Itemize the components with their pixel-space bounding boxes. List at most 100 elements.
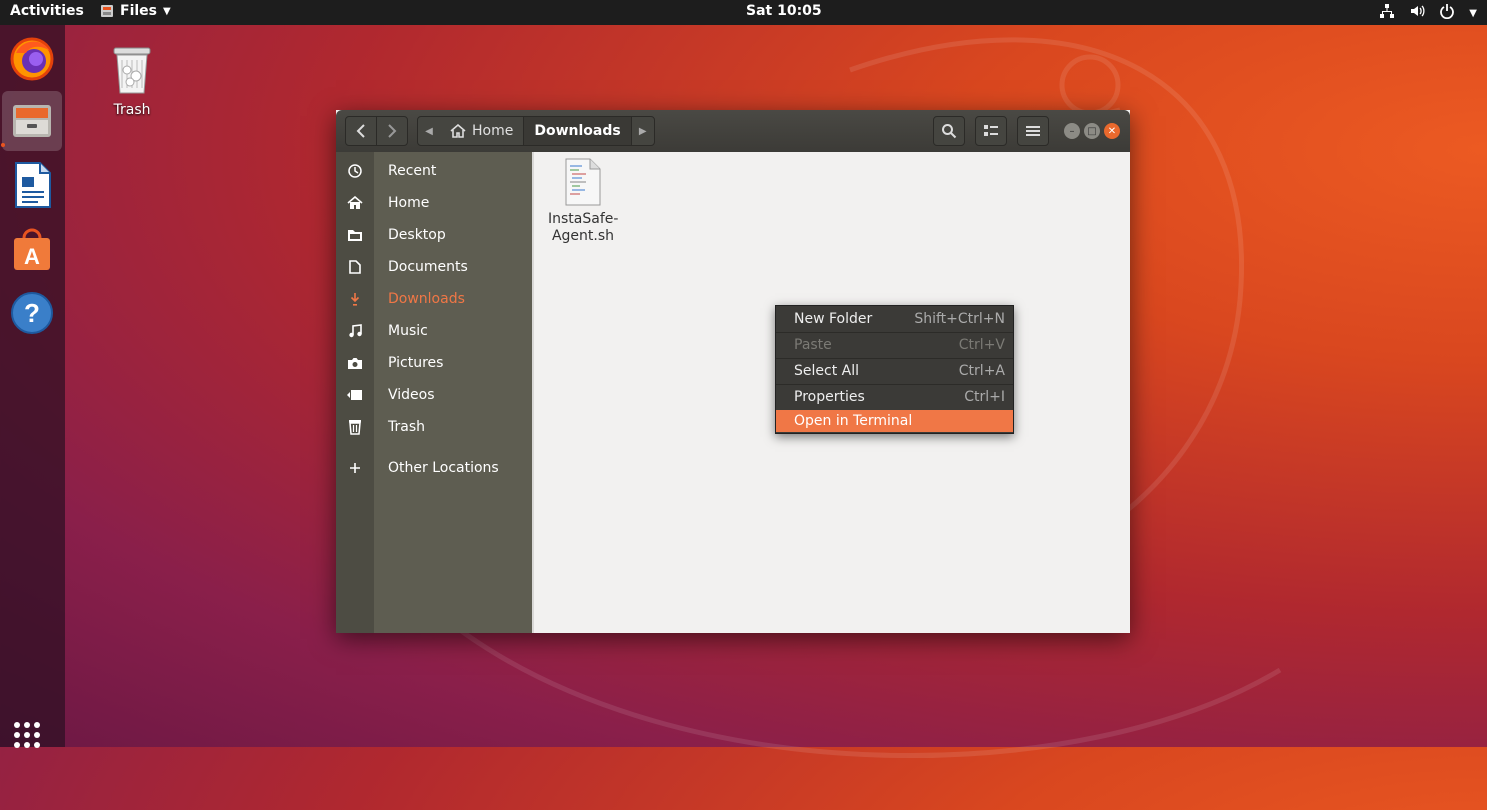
svg-text:?: ?: [24, 298, 40, 328]
desktop-trash-label: Trash: [113, 102, 151, 118]
sidebar-item-label: Downloads: [388, 291, 465, 307]
menu-item-label: Open in Terminal: [794, 413, 913, 429]
path-home-button[interactable]: Home: [440, 117, 525, 145]
path-bar: ◀ Home Downloads ▶: [417, 116, 655, 146]
home-icon: [336, 196, 374, 210]
clock[interactable]: Sat 10:05: [746, 3, 822, 19]
path-home-label: Home: [472, 123, 514, 139]
sidebar-item-videos[interactable]: Videos: [336, 379, 532, 411]
sidebar-item-label: Music: [388, 323, 428, 339]
top-bar: Activities Files ▼ Sat 10:05 ▼: [0, 0, 1487, 25]
menu-item-label: New Folder: [794, 311, 873, 327]
file-item[interactable]: InstaSafe- Agent.sh: [548, 158, 618, 245]
trash-icon: [336, 419, 374, 435]
chevron-down-icon[interactable]: ▼: [1469, 8, 1477, 19]
sidebar-item-label: Documents: [388, 259, 468, 275]
power-icon[interactable]: [1439, 3, 1455, 23]
help-icon[interactable]: ?: [2, 283, 62, 343]
folder-icon: [336, 228, 374, 242]
header-bar: ◀ Home Downloads ▶ – □ ✕: [336, 110, 1130, 152]
menu-item-select-all[interactable]: Select All Ctrl+A: [776, 358, 1013, 384]
sidebar-item-trash[interactable]: Trash: [336, 411, 532, 443]
places-sidebar: Recent Home Desktop Documents Downloads …: [336, 152, 532, 633]
minimize-button[interactable]: –: [1064, 123, 1080, 139]
menu-item-new-folder[interactable]: New Folder Shift+Ctrl+N: [776, 306, 1013, 332]
sidebar-item-label: Recent: [388, 163, 437, 179]
menu-button[interactable]: [1017, 116, 1049, 146]
sidebar-item-pictures[interactable]: Pictures: [336, 347, 532, 379]
document-icon: [336, 260, 374, 274]
show-applications-icon[interactable]: [14, 722, 40, 748]
sidebar-item-label: Other Locations: [388, 460, 499, 476]
running-indicator: [1, 143, 5, 147]
volume-icon[interactable]: [1409, 3, 1425, 23]
close-button[interactable]: ✕: [1104, 123, 1120, 139]
app-menu[interactable]: Files ▼: [100, 3, 171, 19]
sidebar-item-label: Home: [388, 195, 430, 211]
forward-button[interactable]: [376, 116, 408, 146]
sidebar-item-label: Pictures: [388, 355, 444, 371]
search-icon: [942, 124, 957, 139]
system-tray[interactable]: ▼: [1379, 3, 1477, 23]
download-icon: [336, 292, 374, 306]
file-name-line1: InstaSafe-: [548, 211, 619, 227]
menu-item-open-in-terminal[interactable]: Open in Terminal: [776, 410, 1013, 432]
list-view-icon: [984, 125, 998, 136]
sidebar-item-label: Videos: [388, 387, 435, 403]
video-icon: [336, 389, 374, 401]
path-current-button[interactable]: Downloads: [524, 117, 632, 145]
view-toggle-button[interactable]: [975, 116, 1007, 146]
menu-item-accel: Ctrl+A: [958, 363, 1005, 379]
sidebar-item-other-locations[interactable]: Other Locations: [336, 452, 532, 484]
sidebar-item-downloads[interactable]: Downloads: [336, 283, 532, 315]
menu-item-label: Properties: [794, 389, 865, 405]
menu-item-properties[interactable]: Properties Ctrl+I: [776, 384, 1013, 410]
menu-item-label: Paste: [794, 337, 832, 353]
sidebar-item-documents[interactable]: Documents: [336, 251, 532, 283]
menu-item-paste: Paste Ctrl+V: [776, 332, 1013, 358]
context-menu: New Folder Shift+Ctrl+N Paste Ctrl+V Sel…: [775, 305, 1014, 434]
file-name-line2: Agent.sh: [551, 228, 615, 244]
trash-icon: [113, 47, 151, 94]
search-button[interactable]: [933, 116, 965, 146]
sidebar-item-music[interactable]: Music: [336, 315, 532, 347]
files-icon[interactable]: [2, 91, 62, 151]
shell-script-file-icon: [565, 158, 601, 206]
libreoffice-writer-icon[interactable]: [2, 155, 62, 215]
network-icon[interactable]: [1379, 3, 1395, 23]
clock-icon: [336, 164, 374, 178]
close-icon: ✕: [1107, 125, 1117, 137]
sidebar-item-label: Desktop: [388, 227, 446, 243]
home-icon: [450, 124, 466, 138]
path-scroll-right-icon[interactable]: ▶: [632, 117, 654, 145]
back-button[interactable]: [345, 116, 377, 146]
menu-item-accel: Ctrl+I: [964, 389, 1005, 405]
sidebar-item-desktop[interactable]: Desktop: [336, 219, 532, 251]
sidebar-item-recent[interactable]: Recent: [336, 155, 532, 187]
chevron-left-icon: [356, 124, 365, 138]
maximize-icon: □: [1087, 125, 1097, 137]
software-center-icon[interactable]: A: [2, 219, 62, 279]
path-scroll-left-icon[interactable]: ◀: [418, 117, 440, 145]
sidebar-item-label: Trash: [388, 419, 425, 435]
minimize-icon: –: [1069, 125, 1075, 137]
sidebar-item-home[interactable]: Home: [336, 187, 532, 219]
plus-icon: [336, 462, 374, 474]
menu-item-label: Select All: [794, 363, 859, 379]
desktop-trash[interactable]: Trash: [104, 46, 160, 118]
maximize-button[interactable]: □: [1084, 123, 1100, 139]
menu-item-accel: Ctrl+V: [958, 337, 1005, 353]
music-icon: [336, 324, 374, 338]
activities-button[interactable]: Activities: [10, 3, 84, 19]
svg-text:A: A: [24, 244, 40, 269]
chevron-down-icon: ▼: [163, 5, 171, 17]
chevron-right-icon: [388, 124, 397, 138]
camera-icon: [336, 357, 374, 370]
path-current-label: Downloads: [534, 123, 621, 139]
app-menu-label: Files: [120, 3, 157, 19]
files-app-icon: [101, 5, 113, 17]
menu-item-accel: Shift+Ctrl+N: [914, 311, 1005, 327]
hamburger-menu-icon: [1026, 126, 1040, 136]
dock: A ?: [0, 25, 65, 748]
firefox-icon[interactable]: [2, 29, 62, 89]
